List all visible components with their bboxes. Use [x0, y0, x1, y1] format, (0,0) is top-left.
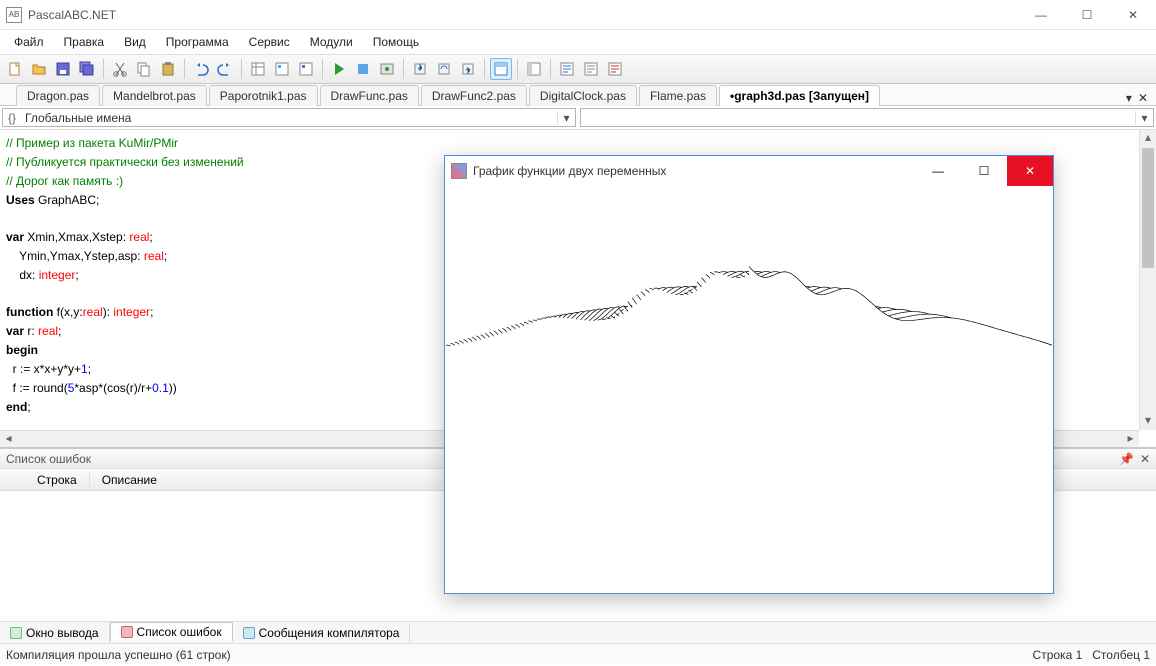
bottom-tabs: Окно вывода Список ошибок Сообщения комп… — [0, 621, 1156, 643]
pin-icon[interactable]: 📌 — [1119, 452, 1134, 466]
step-into-icon[interactable] — [409, 58, 431, 80]
braces-icon: {} — [3, 111, 21, 125]
panel-close-icon[interactable]: ✕ — [1140, 452, 1150, 466]
redo-icon[interactable] — [214, 58, 236, 80]
step-out-icon[interactable] — [457, 58, 479, 80]
tab-drawfunc2[interactable]: DrawFunc2.pas — [421, 85, 527, 106]
scroll-right-icon[interactable]: ▸ — [1122, 431, 1139, 447]
menu-modules[interactable]: Модули — [302, 32, 361, 52]
app-icon: AB — [6, 7, 22, 23]
tab-graph3d[interactable]: •graph3d.pas [Запущен] — [719, 85, 880, 106]
col-line[interactable]: Строка — [25, 473, 90, 487]
scope-combos: {} Глобальные имена ▾ ▾ — [0, 106, 1156, 130]
bottom-tab-compiler[interactable]: Сообщения компилятора — [233, 624, 411, 642]
scroll-thumb[interactable] — [1142, 148, 1154, 268]
project-icon[interactable] — [271, 58, 293, 80]
copy-icon[interactable] — [133, 58, 155, 80]
props-icon[interactable] — [247, 58, 269, 80]
save-all-icon[interactable] — [76, 58, 98, 80]
tab-flame[interactable]: Flame.pas — [639, 85, 717, 106]
bottom-tab-label: Список ошибок — [137, 625, 222, 639]
minimize-button[interactable]: — — [1018, 0, 1064, 30]
format-icon[interactable] — [556, 58, 578, 80]
cut-icon[interactable] — [109, 58, 131, 80]
tab-dropdown-icon[interactable]: ▾ — [1126, 91, 1132, 105]
chevron-down-icon[interactable]: ▾ — [557, 111, 575, 125]
status-column: Столбец 1 — [1092, 648, 1150, 662]
tab-digitalclock[interactable]: DigitalClock.pas — [529, 85, 637, 106]
output-icon — [10, 627, 22, 639]
scope-left-text: Глобальные имена — [21, 111, 557, 125]
save-icon[interactable] — [52, 58, 74, 80]
graph-window-titlebar[interactable]: График функции двух переменных — ☐ ✕ — [445, 156, 1053, 186]
paste-icon[interactable] — [157, 58, 179, 80]
menu-file[interactable]: Файл — [6, 32, 52, 52]
menu-view[interactable]: Вид — [116, 32, 154, 52]
open-file-icon[interactable] — [28, 58, 50, 80]
bottom-tab-label: Окно вывода — [26, 626, 99, 640]
bottom-tab-label: Сообщения компилятора — [259, 626, 400, 640]
window-titlebar: AB PascalABC.NET — ☐ ✕ — [0, 0, 1156, 30]
comment-icon[interactable] — [580, 58, 602, 80]
tab-drawfunc[interactable]: DrawFunc.pas — [320, 85, 419, 106]
toolbar — [0, 54, 1156, 84]
error-icon — [121, 626, 133, 638]
close-button[interactable]: ✕ — [1110, 0, 1156, 30]
tab-dragon[interactable]: Dragon.pas — [16, 85, 100, 106]
graph-window[interactable]: График функции двух переменных — ☐ ✕ — [444, 155, 1054, 594]
layout-1-icon[interactable] — [490, 58, 512, 80]
scroll-left-icon[interactable]: ◂ — [0, 431, 17, 447]
scope-combo-right[interactable]: ▾ — [580, 108, 1154, 127]
menu-service[interactable]: Сервис — [241, 32, 298, 52]
window-title: PascalABC.NET — [28, 8, 116, 22]
compile-icon[interactable] — [376, 58, 398, 80]
bottom-tab-output[interactable]: Окно вывода — [0, 624, 110, 642]
file-tabs: Dragon.pas Mandelbrot.pas Paporotnik1.pa… — [0, 84, 1156, 106]
graph-window-title: График функции двух переменных — [473, 164, 666, 178]
chevron-down-icon[interactable]: ▾ — [1135, 111, 1153, 125]
graph-close-button[interactable]: ✕ — [1007, 156, 1053, 186]
window-controls: — ☐ ✕ — [1018, 0, 1156, 30]
compiler-icon — [243, 627, 255, 639]
menu-help[interactable]: Помощь — [365, 32, 427, 52]
uncomment-icon[interactable] — [604, 58, 626, 80]
layout-2-icon[interactable] — [523, 58, 545, 80]
save-project-icon[interactable] — [295, 58, 317, 80]
graph-minimize-button[interactable]: — — [915, 156, 961, 186]
menu-bar: Файл Правка Вид Программа Сервис Модули … — [0, 30, 1156, 54]
tab-close-icon[interactable]: ✕ — [1138, 91, 1148, 105]
undo-icon[interactable] — [190, 58, 212, 80]
new-file-icon[interactable] — [4, 58, 26, 80]
tab-paporotnik[interactable]: Paporotnik1.pas — [209, 85, 318, 106]
status-line: Строка 1 — [1033, 648, 1083, 662]
menu-program[interactable]: Программа — [158, 32, 237, 52]
bottom-tab-errors[interactable]: Список ошибок — [110, 622, 233, 641]
status-compile-msg: Компиляция прошла успешно (61 строк) — [6, 648, 231, 662]
step-over-icon[interactable] — [433, 58, 455, 80]
status-bar: Компиляция прошла успешно (61 строк) Стр… — [0, 643, 1156, 665]
graph-maximize-button[interactable]: ☐ — [961, 156, 1007, 186]
maximize-button[interactable]: ☐ — [1064, 0, 1110, 30]
vertical-scrollbar[interactable]: ▴ ▾ — [1139, 130, 1156, 430]
menu-edit[interactable]: Правка — [56, 32, 113, 52]
graph-canvas — [446, 186, 1052, 592]
graph-app-icon — [451, 163, 467, 179]
stop-icon[interactable] — [352, 58, 374, 80]
scroll-up-icon[interactable]: ▴ — [1140, 130, 1156, 147]
scope-combo-left[interactable]: {} Глобальные имена ▾ — [2, 108, 576, 127]
scroll-down-icon[interactable]: ▾ — [1140, 413, 1156, 430]
error-panel-title: Список ошибок — [6, 452, 91, 466]
tab-mandelbrot[interactable]: Mandelbrot.pas — [102, 85, 207, 106]
run-icon[interactable] — [328, 58, 350, 80]
